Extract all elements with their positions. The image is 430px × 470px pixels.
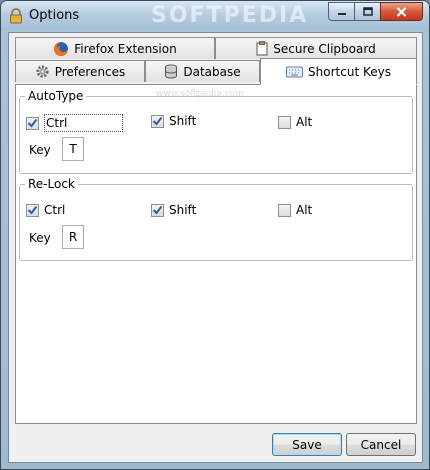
autotype-key-input[interactable]: T	[62, 137, 84, 161]
relock-alt-checkbox[interactable]: Alt	[278, 203, 312, 217]
tab-firefox-extension[interactable]: Firefox Extension	[15, 37, 215, 59]
save-button[interactable]: Save	[272, 433, 342, 456]
checkmark-icon	[152, 205, 163, 215]
watermark-title: SOFTPEDIA	[151, 3, 309, 28]
checkbox-box[interactable]	[26, 116, 39, 130]
tab-label: Preferences	[54, 64, 126, 79]
autotype-group: AutoType Ctrl Shift Alt Key T	[19, 89, 413, 174]
autotype-alt-checkbox[interactable]: Alt	[278, 115, 312, 129]
shortcut-keys-panel: www.softpedia.com AutoType Ctrl Shift Al…	[15, 84, 417, 424]
title-bar[interactable]: Options SOFTPEDIA	[1, 1, 429, 31]
autotype-key-label: Key	[29, 143, 51, 157]
window-title: Options	[29, 8, 80, 23]
tab-secure-clipboard[interactable]: Secure Clipboard	[215, 37, 417, 59]
tab-preferences[interactable]: Preferences	[15, 60, 145, 82]
key-value: R	[68, 230, 78, 244]
checkbox-box[interactable]	[278, 203, 291, 217]
tab-shortcut-keys[interactable]: Shortcut Keys	[260, 58, 417, 85]
checkbox-label: Shift	[169, 203, 197, 217]
checkbox-label: Shift	[169, 114, 197, 128]
relock-key-input[interactable]: R	[62, 225, 84, 249]
autotype-ctrl-checkbox[interactable]: Ctrl	[26, 114, 124, 132]
clipboard-icon	[256, 41, 268, 56]
tab-label: Database	[183, 64, 241, 79]
checkbox-label: Alt	[296, 115, 313, 129]
firefox-icon	[54, 41, 69, 56]
tab-database[interactable]: Database	[145, 60, 260, 82]
checkbox-box[interactable]	[151, 203, 164, 217]
close-icon	[396, 6, 407, 17]
keyboard-icon	[286, 66, 304, 77]
checkbox-label: Ctrl	[44, 114, 124, 132]
checkmark-icon	[27, 118, 38, 128]
checkmark-icon	[27, 205, 38, 215]
options-window: Options SOFTPEDIA Firefox Extension Secu…	[0, 0, 430, 470]
relock-shift-checkbox[interactable]: Shift	[151, 203, 196, 217]
checkbox-box[interactable]	[278, 115, 291, 129]
key-value: T	[69, 142, 77, 156]
maximize-icon	[362, 7, 373, 16]
database-icon	[165, 64, 178, 79]
tab-label: Secure Clipboard	[273, 41, 376, 56]
maximize-button[interactable]	[354, 2, 380, 21]
relock-ctrl-checkbox[interactable]: Ctrl	[26, 203, 65, 217]
lock-icon	[10, 8, 22, 24]
checkbox-label: Ctrl	[44, 203, 66, 217]
options-client-area: Firefox Extension Secure Clipboard Prefe…	[8, 32, 423, 463]
relock-title: Re-Lock	[25, 177, 78, 191]
cancel-button[interactable]: Cancel	[346, 433, 416, 456]
tab-label: Shortcut Keys	[308, 64, 391, 79]
minimize-icon	[337, 12, 346, 15]
tab-label: Firefox Extension	[74, 41, 177, 56]
caption-buttons	[328, 2, 423, 21]
close-button[interactable]	[380, 2, 423, 21]
relock-key-label: Key	[29, 231, 51, 245]
relock-group: Re-Lock Ctrl Shift Alt Key R	[19, 177, 413, 261]
minimize-button[interactable]	[328, 2, 354, 21]
checkbox-label: Alt	[296, 203, 313, 217]
checkmark-icon	[152, 116, 163, 126]
checkbox-box[interactable]	[26, 203, 39, 217]
gear-icon	[36, 65, 49, 78]
checkbox-box[interactable]	[151, 114, 164, 128]
autotype-title: AutoType	[25, 89, 87, 103]
autotype-shift-checkbox[interactable]: Shift	[151, 114, 196, 128]
